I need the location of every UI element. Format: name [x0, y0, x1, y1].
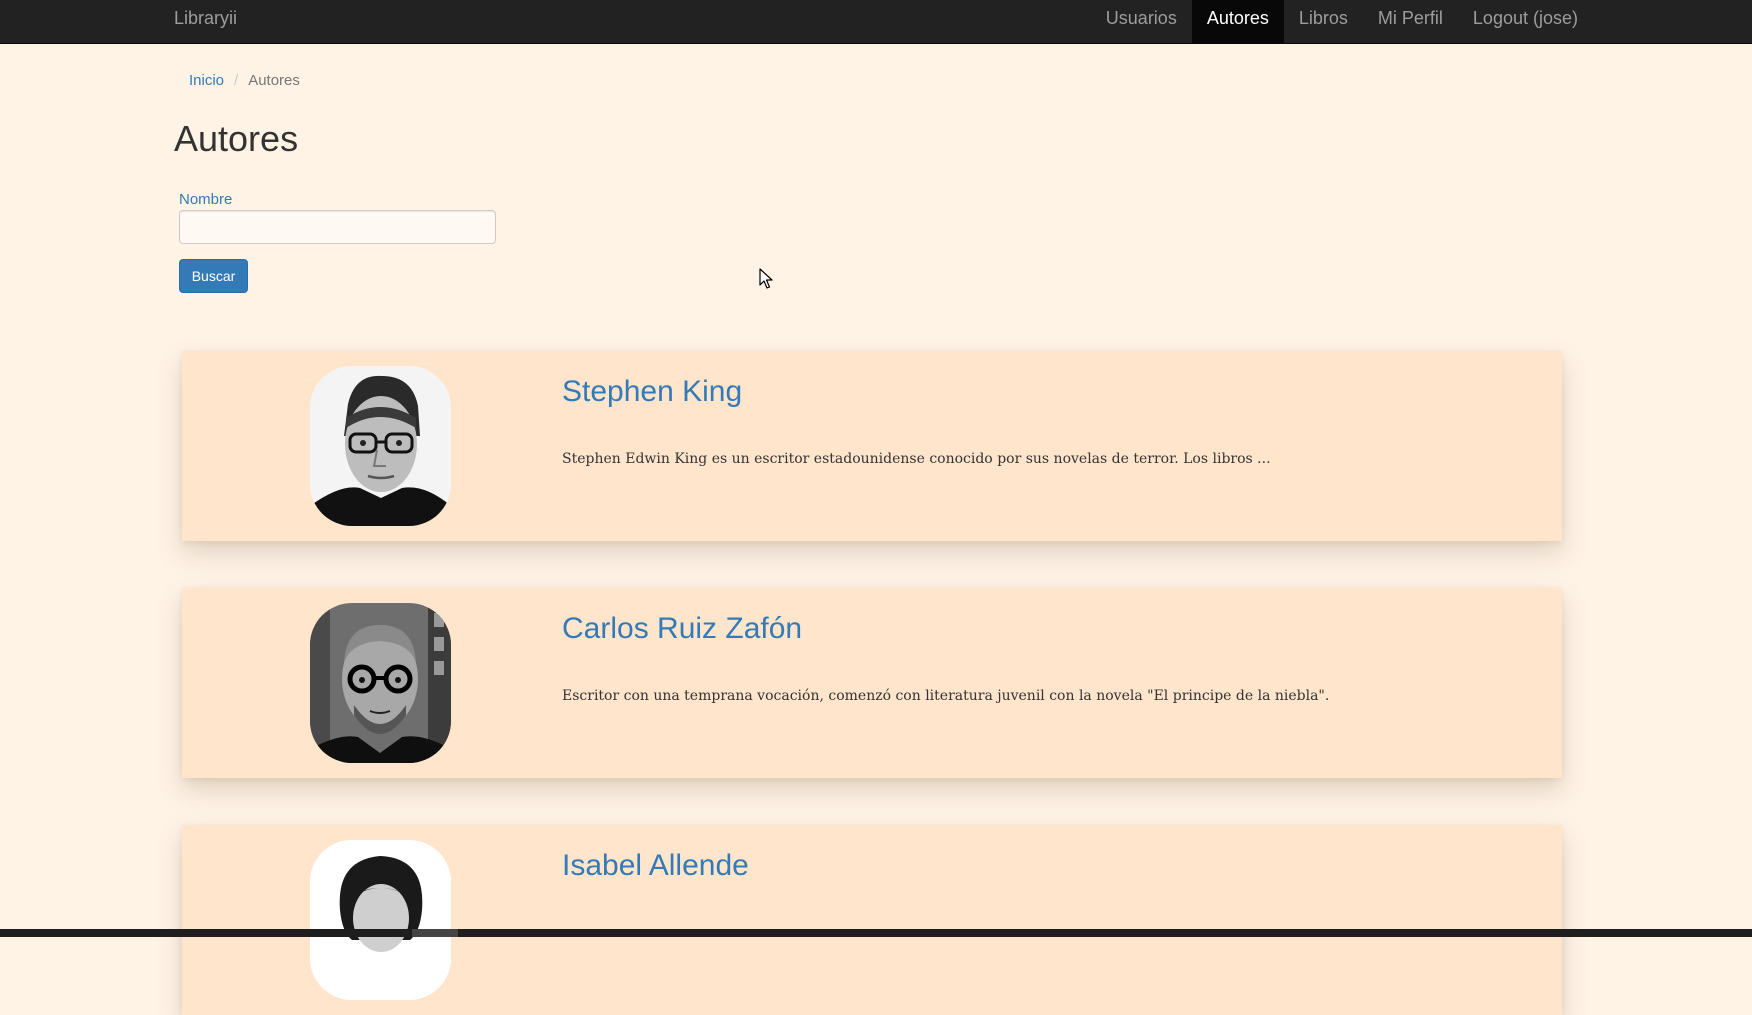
author-card-stephen-king: Stephen King Stephen Edwin King es un es…: [182, 351, 1562, 541]
breadcrumb-home-link[interactable]: Inicio: [189, 72, 224, 89]
mouse-cursor-icon: [759, 268, 773, 289]
nav-item-autores[interactable]: Autores: [1191, 0, 1284, 43]
breadcrumb-current: Autores: [248, 72, 300, 89]
carlos-ruiz-zafon-portrait-image: [310, 603, 451, 763]
author-name-link[interactable]: Stephen King: [562, 375, 742, 409]
nav-item-mi-perfil[interactable]: Mi Perfil: [1363, 0, 1458, 43]
author-photo[interactable]: [310, 840, 451, 1000]
buscar-button[interactable]: Buscar: [179, 259, 248, 293]
horizontal-scrollbar[interactable]: [0, 929, 1752, 937]
nav-item-usuarios[interactable]: Usuarios: [1091, 0, 1192, 43]
scrollbar-thumb[interactable]: [412, 929, 458, 937]
nav-item-libros[interactable]: Libros: [1284, 0, 1363, 43]
author-card-isabel-allende: Isabel Allende: [182, 825, 1562, 1015]
stephen-king-portrait-image: [310, 366, 451, 526]
nav-item-logout[interactable]: Logout (jose): [1458, 0, 1593, 43]
author-name-link[interactable]: Isabel Allende: [562, 849, 749, 883]
isabel-allende-portrait-image: [310, 840, 451, 1000]
brand-link[interactable]: Libraryii: [174, 0, 237, 44]
nombre-input[interactable]: [179, 210, 496, 244]
author-photo[interactable]: [310, 366, 451, 526]
author-card-carlos-ruiz-zafon: Carlos Ruiz Zafón Escritor con una tempr…: [182, 588, 1562, 778]
author-photo[interactable]: [310, 603, 451, 763]
author-name-link[interactable]: Carlos Ruiz Zafón: [562, 612, 802, 646]
breadcrumb-separator: /: [234, 72, 239, 89]
breadcrumb: Inicio / Autores: [189, 72, 300, 89]
author-description: Stephen Edwin King es un escritor estado…: [562, 451, 1271, 467]
author-description: Escritor con una temprana vocación, come…: [562, 688, 1330, 704]
top-navbar: Libraryii Usuarios Autores Libros Mi Per…: [0, 0, 1752, 44]
nav-menu: Usuarios Autores Libros Mi Perfil Logout…: [1091, 0, 1593, 43]
nombre-label: Nombre: [179, 191, 233, 208]
page-title: Autores: [174, 118, 299, 159]
